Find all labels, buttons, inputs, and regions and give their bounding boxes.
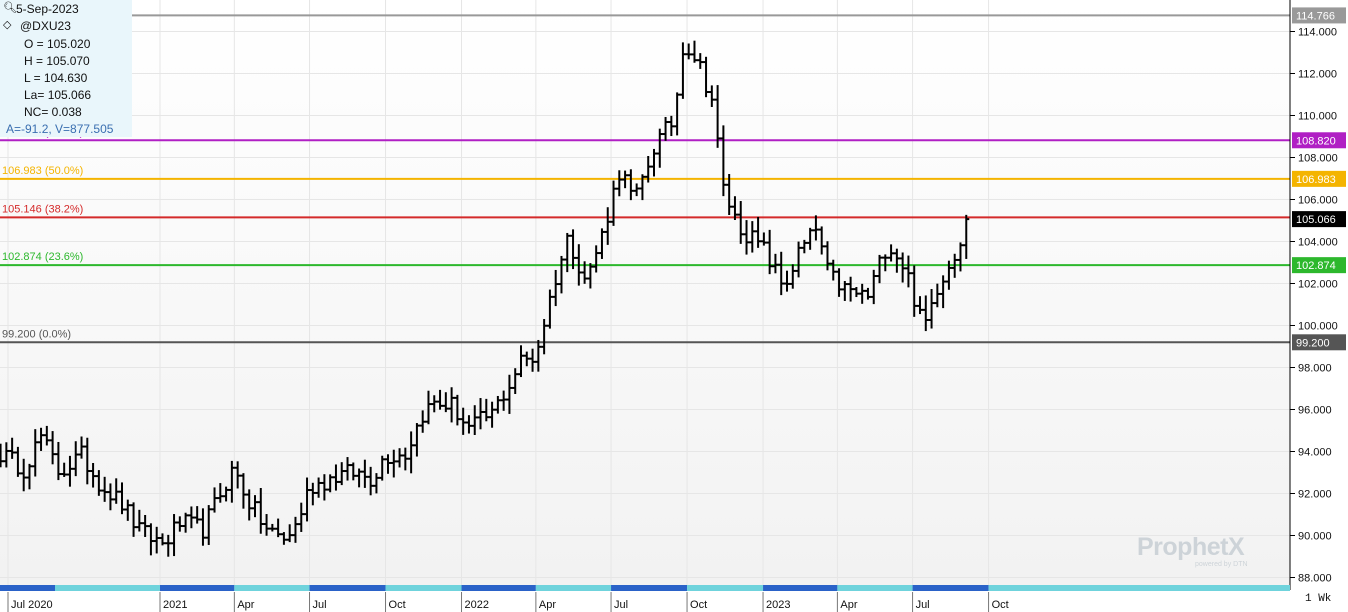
- x-tick-label: Oct: [690, 599, 707, 611]
- quote-high: H = 105.070: [24, 54, 90, 68]
- period-label: 1 Wk: [1305, 593, 1332, 605]
- y-tick-label: 100.000: [1298, 321, 1338, 333]
- time-strip-segment: [309, 585, 386, 591]
- x-tick-label: Jul: [614, 599, 628, 611]
- time-strip-segment: [837, 585, 913, 591]
- price-badge-label: 102.874: [1296, 260, 1336, 272]
- quote-low: L = 104.630: [24, 71, 88, 85]
- time-strip-segment: [385, 585, 462, 591]
- x-tick-label: Jul: [313, 599, 327, 611]
- y-tick-label: 98.000: [1298, 363, 1332, 375]
- y-tick-label: 96.000: [1298, 405, 1332, 417]
- magnifier-icon: 🔍︎: [3, 2, 17, 14]
- y-tick-label: 92.000: [1298, 489, 1332, 501]
- time-strip-segment: [160, 585, 235, 591]
- y-axis-background: [1290, 0, 1348, 612]
- brand-watermark-sub: powered by DTN: [1195, 561, 1248, 568]
- time-strip: [0, 585, 1290, 591]
- x-tick-label: 2023: [766, 599, 790, 611]
- fib-label: 106.983 (50.0%): [2, 165, 83, 177]
- x-tick-label: 2021: [163, 599, 187, 611]
- quote-extra-stats: A=-91.2, V=877.505: [6, 122, 114, 136]
- price-chart[interactable]: 108.820 (61.8%)106.983 (50.0%)105.146 (3…: [0, 0, 1348, 612]
- price-badge-label: 106.983: [1296, 174, 1336, 186]
- x-tick-label: Oct: [992, 599, 1009, 611]
- x-tick-label: Jul 2020: [11, 599, 53, 611]
- time-strip-segment: [461, 585, 536, 591]
- time-strip-segment: [535, 585, 612, 591]
- quote-info-panel: 🔍︎ 5-Sep-2023 ◇ @DXU23 O = 105.020 H = 1…: [0, 0, 132, 137]
- x-tick-label: Apr: [539, 599, 556, 611]
- y-tick-label: 90.000: [1298, 531, 1332, 543]
- x-tick-label: 2022: [465, 599, 489, 611]
- quote-symbol: @DXU23: [20, 19, 71, 33]
- plot-background: [0, 0, 1290, 585]
- x-tick-label: Apr: [840, 599, 857, 611]
- y-tick-label: 106.000: [1298, 195, 1338, 207]
- time-strip-segment: [687, 585, 764, 591]
- quote-last: La= 105.066: [24, 88, 92, 102]
- time-strip-segment: [763, 585, 838, 591]
- fib-label: 99.200 (0.0%): [2, 328, 71, 340]
- y-tick-label: 94.000: [1298, 447, 1332, 459]
- time-strip-segment: [988, 585, 1290, 591]
- price-badge-label: 114.766: [1296, 10, 1335, 22]
- time-strip-segment: [234, 585, 310, 591]
- x-tick-label: Apr: [237, 599, 254, 611]
- time-strip-segment: [611, 585, 688, 591]
- x-tick-label: Oct: [389, 599, 406, 611]
- x-tick-label: Jul: [916, 599, 930, 611]
- y-tick-label: 112.000: [1298, 69, 1337, 81]
- y-tick-label: 114.000: [1298, 27, 1337, 39]
- x-axis-labels: Jul 2020 2021 Apr Jul Oct 2022 Apr Jul Oct 2023 Ap…: [7, 592, 1009, 612]
- price-badge-label: 105.066: [1296, 214, 1336, 226]
- y-tick-label: 110.000: [1298, 111, 1337, 123]
- price-badge-label: 99.200: [1296, 337, 1330, 349]
- time-strip-segment: [0, 585, 55, 591]
- diamond-icon: ◇: [3, 19, 12, 31]
- brand-watermark: ProphetX: [1137, 533, 1245, 561]
- fib-label: 105.146 (38.2%): [2, 203, 83, 215]
- y-tick-label: 88.000: [1298, 573, 1332, 585]
- fib-label: 102.874 (23.6%): [2, 251, 83, 263]
- y-tick-label: 102.000: [1298, 279, 1338, 291]
- price-badge-label: 108.820: [1296, 135, 1336, 147]
- y-tick-label: 104.000: [1298, 237, 1338, 249]
- time-strip-segment: [912, 585, 989, 591]
- y-tick-label: 108.000: [1298, 153, 1338, 165]
- quote-net-change: NC= 0.038: [24, 105, 82, 119]
- quote-open: O = 105.020: [24, 37, 91, 51]
- quote-date: 5-Sep-2023: [16, 2, 79, 16]
